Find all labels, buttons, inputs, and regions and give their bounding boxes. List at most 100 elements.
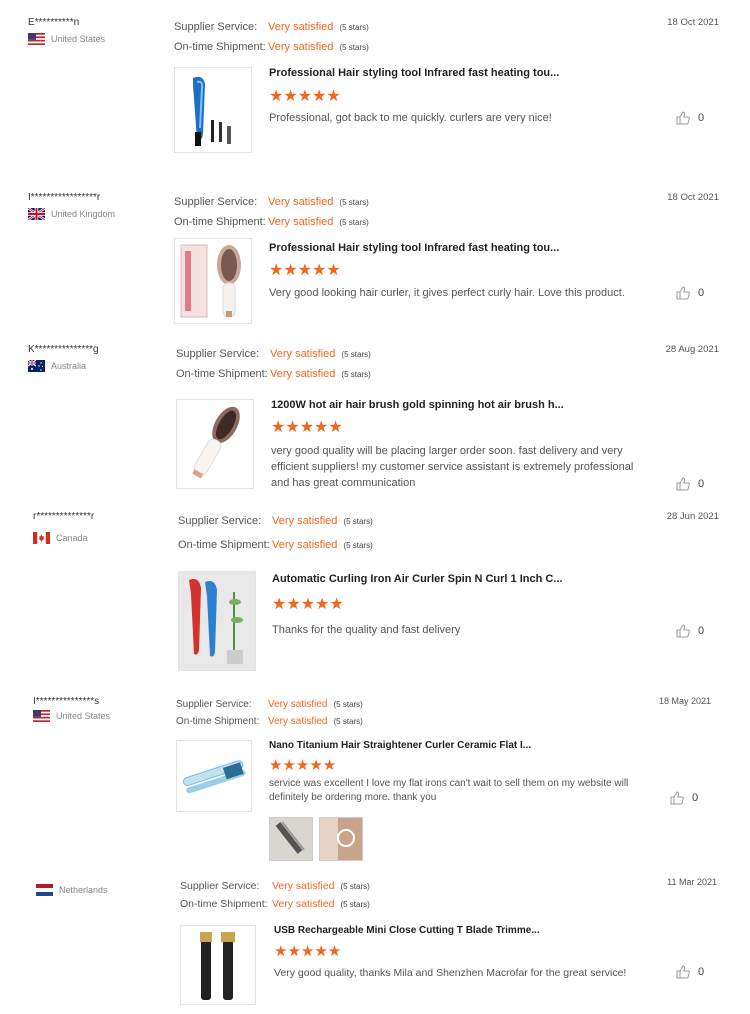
service-ratings: Supplier Service: Very satisfied (5 stars)… — [176, 696, 363, 730]
like-button[interactable]: 0 — [670, 791, 698, 805]
shipment-label: On-time Shipment: — [176, 368, 268, 380]
uk-flag-icon — [28, 208, 45, 220]
shipment-label: On-time Shipment: — [174, 41, 266, 53]
product-title-link[interactable]: Automatic Curling Iron Air Curler Spin N… — [272, 573, 563, 585]
buyer-info: r**************r Canada — [33, 511, 173, 544]
product-title-link[interactable]: Nano Titanium Hair Straightener Curler C… — [269, 740, 531, 751]
country-name: United States — [51, 34, 106, 44]
review-photo-thumbnail[interactable] — [269, 817, 313, 861]
country-name: United Kingdom — [51, 209, 116, 219]
buyer-info: K***************g Australia — [28, 344, 168, 372]
star-rating: ★★★★★ — [269, 757, 337, 774]
buyer-info: Netherlands — [36, 877, 176, 896]
hot-air-brush-product-image[interactable] — [176, 399, 254, 489]
supplier-service-stars: (5 stars) — [340, 881, 370, 891]
review-photos — [269, 817, 369, 861]
like-button[interactable]: 0 — [676, 965, 704, 979]
shipment-label: On-time Shipment: — [174, 216, 266, 228]
like-button[interactable]: 0 — [676, 111, 704, 125]
buyer-name: I***************s — [33, 696, 100, 707]
review-comment: very good quality will be placing larger… — [271, 445, 634, 489]
thumbs-up-icon — [676, 286, 690, 300]
blue-hair-curler-product-image[interactable] — [174, 67, 252, 153]
star-rating: ★★★★★ — [269, 88, 341, 105]
like-count: 0 — [692, 792, 699, 804]
supplier-service-label: Supplier Service: — [174, 21, 258, 33]
buyer-country: Netherlands — [36, 884, 176, 896]
review-date: 18 Oct 2021 — [667, 17, 719, 28]
shipment-stars: (5 stars) — [339, 217, 369, 227]
review-comment: Professional, got back to me quickly. cu… — [269, 112, 552, 124]
supplier-service-stars: (5 stars) — [339, 22, 369, 32]
shipment-stars: (5 stars) — [341, 369, 371, 379]
buyer-country: Canada — [33, 532, 173, 544]
buyer-country: Australia — [28, 360, 168, 372]
like-count: 0 — [698, 625, 705, 637]
like-button[interactable]: 0 — [676, 477, 704, 491]
star-rating: ★★★★★ — [271, 419, 343, 436]
shipment-stars: (5 stars) — [343, 540, 373, 550]
shipment-stars: (5 stars) — [340, 899, 370, 909]
service-ratings: Supplier Service: Very satisfied (5 stars)… — [174, 192, 369, 232]
canada-flag-icon — [33, 532, 50, 544]
review-photo-thumbnail[interactable] — [319, 817, 363, 861]
product-title-link[interactable]: USB Rechargeable Mini Close Cutting T Bl… — [274, 925, 540, 936]
country-name: Netherlands — [59, 885, 108, 895]
supplier-service-stars: (5 stars) — [339, 197, 369, 207]
like-button[interactable]: 0 — [676, 286, 704, 300]
review-comment: Thanks for the quality and fast delivery — [272, 624, 461, 636]
star-rating: ★★★★★ — [272, 596, 344, 613]
review-date: 28 Jun 2021 — [666, 511, 719, 522]
review-date: 11 Mar 2021 — [667, 877, 717, 887]
us-flag-icon — [28, 33, 45, 45]
review-date: 28 Aug 2021 — [665, 344, 719, 355]
supplier-service-value: Very satisfied — [268, 21, 334, 33]
buyer-name: I*****************r — [28, 192, 101, 203]
review-date: 18 Oct 2021 — [667, 192, 719, 203]
australia-flag-icon — [28, 360, 45, 372]
flat-iron-product-image[interactable] — [176, 740, 252, 812]
supplier-service-stars: (5 stars) — [341, 349, 371, 359]
shipment-value: Very satisfied — [272, 898, 335, 910]
shipment-label: On-time Shipment: — [176, 716, 260, 727]
supplier-service-value: Very satisfied — [270, 348, 336, 360]
buyer-name: r**************r — [33, 511, 95, 522]
like-button[interactable]: 0 — [676, 624, 704, 638]
buyer-info: E**********n United States — [28, 17, 168, 45]
shipment-label: On-time Shipment: — [178, 539, 270, 551]
product-title-link[interactable]: Professional Hair styling tool Infrared … — [269, 67, 559, 79]
country-name: Australia — [51, 361, 87, 371]
thumbs-up-icon — [676, 477, 690, 491]
thumbs-up-icon — [676, 111, 690, 125]
buyer-country: United Kingdom — [28, 208, 168, 220]
buyer-info: I*****************r United Kingdom — [28, 192, 168, 220]
supplier-service-label: Supplier Service: — [176, 348, 260, 360]
supplier-service-label: Supplier Service: — [178, 515, 262, 527]
red-blue-curling-iron-product-image[interactable] — [178, 571, 256, 671]
product-title-link[interactable]: Professional Hair styling tool Infrared … — [269, 242, 559, 254]
t-blade-trimmer-product-image[interactable] — [180, 925, 256, 1005]
us-flag-icon — [33, 710, 50, 722]
shipment-value: Very satisfied — [270, 368, 336, 380]
review-comment: Very good quality, thanks Mila and Shenz… — [274, 967, 627, 979]
supplier-service-label: Supplier Service: — [174, 196, 258, 208]
like-count: 0 — [698, 287, 705, 299]
shipment-stars: (5 stars) — [339, 42, 369, 52]
like-count: 0 — [698, 112, 705, 124]
like-count: 0 — [698, 966, 705, 978]
thumbs-up-icon — [676, 965, 690, 979]
shipment-value: Very satisfied — [268, 716, 328, 727]
product-title-link[interactable]: 1200W hot air hair brush gold spinning h… — [271, 399, 564, 411]
supplier-service-label: Supplier Service: — [176, 699, 252, 710]
review-comment: Very good looking hair curler, it gives … — [269, 287, 625, 299]
supplier-service-label: Supplier Service: — [180, 880, 260, 892]
shipment-stars: (5 stars) — [333, 717, 363, 726]
supplier-service-value: Very satisfied — [268, 196, 334, 208]
buyer-country: United States — [33, 710, 173, 722]
round-brush-with-box-product-image[interactable] — [174, 238, 252, 324]
star-rating: ★★★★★ — [269, 262, 341, 279]
review-date: 18 May 2021 — [658, 696, 711, 706]
shipment-value: Very satisfied — [272, 539, 338, 551]
supplier-service-value: Very satisfied — [268, 699, 328, 710]
like-count: 0 — [698, 478, 705, 490]
